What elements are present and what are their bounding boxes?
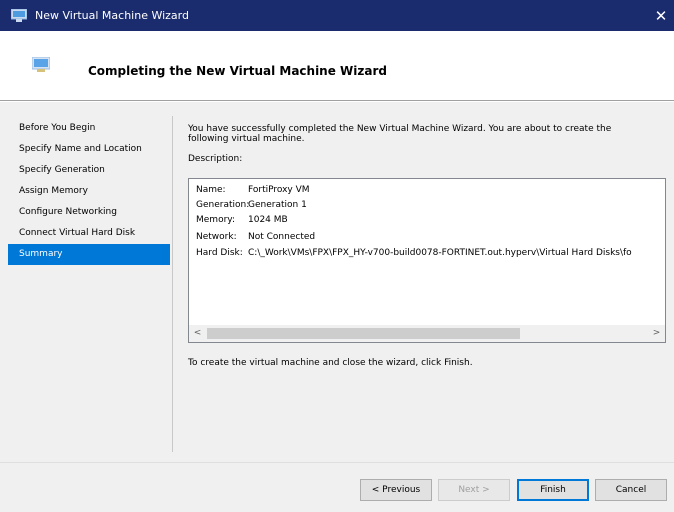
nav-item-before-you-begin[interactable]: Before You Begin — [8, 118, 170, 139]
scroll-right-icon[interactable]: > — [648, 325, 665, 342]
summary-value: 1024 MB — [248, 215, 288, 225]
virtual-machine-icon — [32, 57, 50, 72]
nav-divider — [172, 116, 173, 452]
virtual-machine-icon — [11, 9, 27, 22]
summary-label: Memory: — [196, 215, 235, 225]
summary-label: Name: — [196, 185, 226, 195]
title-bar: New Virtual Machine Wizard ✕ — [0, 0, 674, 31]
horizontal-scrollbar[interactable]: < > — [189, 325, 665, 342]
nav-item-connect-virtual-hard-disk[interactable]: Connect Virtual Hard Disk — [8, 223, 170, 244]
summary-label: Generation: — [196, 200, 250, 210]
summary-row-memory: Memory: 1024 MB — [196, 213, 288, 228]
summary-label: Hard Disk: — [196, 248, 243, 258]
previous-button[interactable]: < Previous — [360, 479, 432, 501]
page-title: Completing the New Virtual Machine Wizar… — [88, 64, 387, 78]
summary-row-name: Name: FortiProxy VM — [196, 183, 310, 198]
wizard-body: Before You Begin Specify Name and Locati… — [0, 102, 674, 512]
wizard-header: Completing the New Virtual Machine Wizar… — [0, 31, 674, 101]
summary-row-generation: Generation:Generation 1 — [196, 198, 307, 213]
close-icon: ✕ — [654, 7, 668, 25]
summary-row-network: Network: Not Connected — [196, 230, 315, 245]
wizard-steps-nav: Before You Begin Specify Name and Locati… — [8, 118, 170, 265]
footer-divider — [0, 462, 674, 463]
scroll-left-icon[interactable]: < — [189, 325, 206, 342]
summary-value: Not Connected — [248, 232, 316, 242]
close-button[interactable]: ✕ — [648, 5, 674, 27]
nav-item-summary[interactable]: Summary — [8, 244, 170, 265]
nav-item-specify-name-and-location[interactable]: Specify Name and Location — [8, 139, 170, 160]
intro-text: You have successfully completed the New … — [188, 124, 612, 144]
finish-instruction: To create the virtual machine and close … — [188, 358, 473, 368]
summary-value: Generation 1 — [248, 200, 307, 210]
description-box[interactable]: Name: FortiProxy VM Generation:Generation… — [188, 178, 666, 343]
summary-value: FortiProxy VM — [248, 185, 310, 195]
summary-content: You have successfully completed the New … — [188, 124, 664, 165]
finish-button[interactable]: Finish — [517, 479, 589, 501]
summary-label: Network: — [196, 232, 237, 242]
next-button[interactable]: Next > — [438, 479, 510, 501]
nav-item-assign-memory[interactable]: Assign Memory — [8, 181, 170, 202]
summary-value: C:\_Work\VMs\FPX\FPX_HY-v700-build0078-F… — [248, 248, 632, 258]
nav-item-specify-generation[interactable]: Specify Generation — [8, 160, 170, 181]
window-title: New Virtual Machine Wizard — [35, 9, 189, 22]
nav-item-configure-networking[interactable]: Configure Networking — [8, 202, 170, 223]
description-label: Description: — [188, 154, 243, 164]
cancel-button[interactable]: Cancel — [595, 479, 667, 501]
scroll-thumb[interactable] — [207, 328, 520, 339]
summary-row-hard-disk: Hard Disk: C:\_Work\VMs\FPX\FPX_HY-v700-b… — [196, 246, 632, 261]
